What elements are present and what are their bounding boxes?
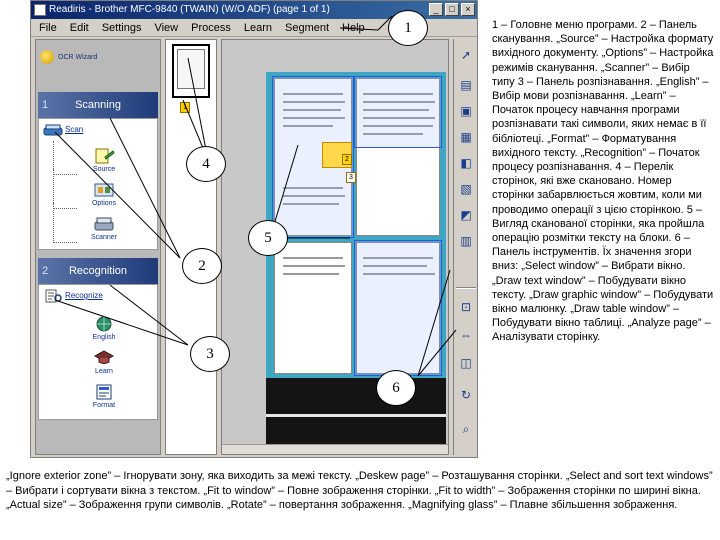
menu-segment[interactable]: Segment xyxy=(285,19,329,36)
scanner-icon xyxy=(43,124,63,136)
select-window-tool[interactable]: ➚ xyxy=(456,45,476,65)
scanner-select-icon xyxy=(94,217,114,231)
callout-1: 1 xyxy=(388,10,428,46)
format-label: Format xyxy=(92,402,116,409)
page-list: 1 xyxy=(165,39,217,455)
fit-to-width-icon: ⇔ xyxy=(460,328,472,342)
options-icon xyxy=(94,183,114,197)
text-line xyxy=(283,257,343,259)
format-item[interactable]: Format xyxy=(79,383,129,409)
callout-4: 4 xyxy=(186,146,226,182)
wizard-icon xyxy=(40,50,54,64)
scan-label: Scan xyxy=(65,125,84,134)
globe-icon xyxy=(96,316,112,332)
draw-graphic-window-tool[interactable]: ▣ xyxy=(456,101,476,121)
menu-file[interactable]: File xyxy=(39,19,57,36)
actual-size-icon: ◫ xyxy=(460,356,472,370)
draw-text-window-icon: ▤ xyxy=(460,78,472,92)
toolbar-separator xyxy=(456,287,476,289)
source-icon xyxy=(95,148,115,164)
tools-toolbar: ➚ ▤ ▣ ▦ ◧ ▧ ◩ ▥ ⊡ ⇔ ◫ ↻ ⌕ xyxy=(453,39,477,455)
active-page-badge: 1 xyxy=(180,102,190,113)
scanner-label: Scanner xyxy=(90,234,118,241)
tree-connector xyxy=(53,203,77,243)
scan-button[interactable]: Scan xyxy=(43,123,83,137)
callout-6: 6 xyxy=(376,370,416,406)
ignore-exterior-zone-tool[interactable]: ▧ xyxy=(456,179,476,199)
menu-learn[interactable]: Learn xyxy=(244,19,272,36)
rotate-icon: ↻ xyxy=(460,388,472,402)
menu-edit[interactable]: Edit xyxy=(70,19,89,36)
toolbar-description-text: „Ignore exterior zone” – Ігнорувати зону… xyxy=(6,470,713,512)
select-and-sort-windows-tool[interactable]: ▥ xyxy=(456,231,476,251)
scanning-panel-header[interactable]: 1 Scanning xyxy=(38,92,158,118)
options-item[interactable]: Options xyxy=(79,181,129,207)
step-title: Scanning xyxy=(75,99,121,111)
recognize-button[interactable]: Recognize xyxy=(43,289,103,303)
left-page-bottom xyxy=(274,242,352,374)
recognition-panel: Recognize English Learn Format xyxy=(38,284,158,420)
draw-table-window-icon: ▦ xyxy=(460,130,472,144)
actual-size-tool[interactable]: ◫ xyxy=(456,353,476,373)
rotate-tool[interactable]: ↻ xyxy=(456,385,476,405)
thumbnail-page xyxy=(177,49,205,89)
callout-3: 3 xyxy=(190,336,230,372)
menu-help[interactable]: Help xyxy=(342,19,365,36)
menu-process[interactable]: Process xyxy=(191,19,231,36)
fit-to-window-icon: ⊡ xyxy=(460,300,472,314)
menu-settings[interactable]: Settings xyxy=(102,19,142,36)
magnifying-glass-tool[interactable]: ⌕ xyxy=(456,419,476,439)
recognize-icon xyxy=(45,289,62,303)
wizard-sidebar: OCR Wizard 1 Scanning Scan Source Option… xyxy=(35,39,161,455)
options-label: Options xyxy=(91,200,117,207)
menu-view[interactable]: View xyxy=(154,19,178,36)
magnifying-glass-icon: ⌕ xyxy=(462,422,470,436)
callout-2: 2 xyxy=(182,248,222,284)
step-title: Recognition xyxy=(68,265,128,277)
recognition-panel-header[interactable]: 2 Recognition xyxy=(38,258,158,284)
learn-icon xyxy=(93,350,115,364)
source-label: Source xyxy=(92,166,116,173)
scanning-panel: Scan Source Options Scanner xyxy=(38,118,158,250)
draw-text-window-tool[interactable]: ▤ xyxy=(456,75,476,95)
text-line xyxy=(283,265,345,267)
page-thumbnail[interactable] xyxy=(172,44,210,98)
text-zone[interactable] xyxy=(354,240,442,376)
deskew-page-tool[interactable]: ◩ xyxy=(456,205,476,225)
callout-5: 5 xyxy=(248,220,288,256)
wizard-label[interactable]: OCR Wizard xyxy=(58,54,97,61)
legend-text: 1 – Головне меню програми. 2 – Панель ск… xyxy=(492,19,714,344)
select-window-icon: ➚ xyxy=(460,48,472,62)
learn-item[interactable]: Learn xyxy=(79,349,129,375)
analyze-page-tool[interactable]: ◧ xyxy=(456,153,476,173)
analyze-page-icon: ◧ xyxy=(460,156,472,170)
deskew-page-icon: ◩ xyxy=(460,208,472,222)
fit-to-window-tool[interactable]: ⊡ xyxy=(456,297,476,317)
select-and-sort-windows-icon: ▥ xyxy=(460,234,472,248)
window-controls: _ □ × xyxy=(429,3,475,16)
format-icon xyxy=(96,384,112,400)
draw-table-window-tool[interactable]: ▦ xyxy=(456,127,476,147)
scanner-edge xyxy=(266,414,446,417)
fit-to-width-tool[interactable]: ⇔ xyxy=(456,325,476,345)
app-icon xyxy=(34,4,46,16)
scanner-item[interactable]: Scanner xyxy=(79,215,129,241)
close-button[interactable]: × xyxy=(461,3,475,16)
recognize-label: Recognize xyxy=(65,291,103,300)
ignore-exterior-zone-icon: ▧ xyxy=(460,182,472,196)
text-zone[interactable] xyxy=(354,76,442,148)
horizontal-scrollbar[interactable] xyxy=(222,444,448,454)
minimize-button[interactable]: _ xyxy=(429,3,443,16)
learn-label: Learn xyxy=(95,368,113,375)
source-item[interactable]: Source xyxy=(79,147,129,173)
text-line xyxy=(283,273,339,275)
maximize-button[interactable]: □ xyxy=(445,3,459,16)
zone-badge: 3 xyxy=(346,172,356,183)
english-label: English xyxy=(92,334,116,341)
scanned-spread: 2 3 xyxy=(266,72,446,384)
window-title: Readiris - Brother MFC-9840 (TWAIN) (W/O… xyxy=(49,4,330,15)
english-item[interactable]: English xyxy=(79,315,129,341)
zone-badge: 2 xyxy=(342,154,352,165)
draw-graphic-window-icon: ▣ xyxy=(460,104,472,118)
